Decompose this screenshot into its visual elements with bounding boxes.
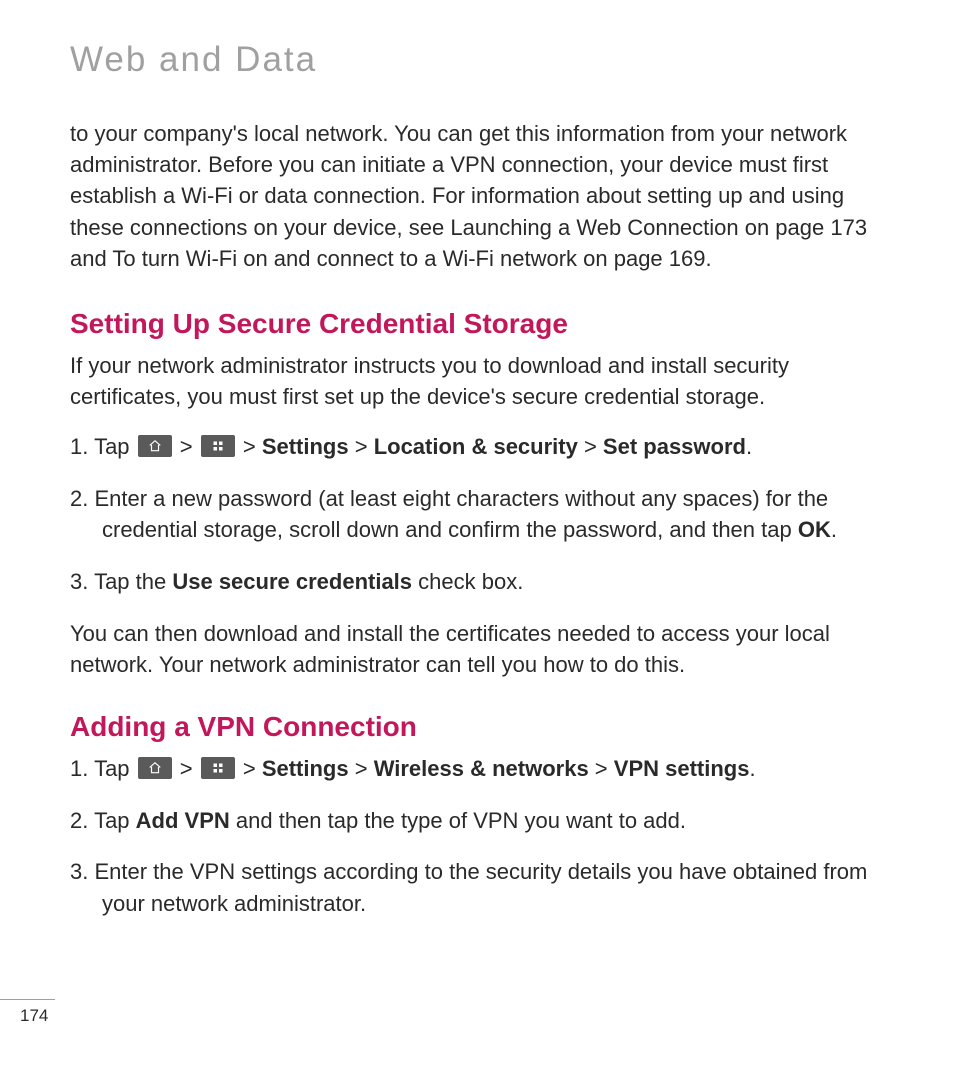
- step-1: 1. Tap > > Settings > Wireless & network…: [70, 753, 892, 785]
- step-text: 2. Tap: [70, 808, 136, 833]
- home-icon: [138, 757, 172, 779]
- apps-icon: [201, 435, 235, 457]
- step-text: 1. Tap: [70, 434, 136, 459]
- apps-icon: [201, 757, 235, 779]
- path-set-password: Set password: [603, 434, 746, 459]
- step-text: and then tap the type of VPN you want to…: [230, 808, 686, 833]
- separator: >: [578, 434, 603, 459]
- separator: >: [349, 756, 374, 781]
- separator: >: [349, 434, 374, 459]
- document-page: Web and Data to your company's local net…: [0, 0, 954, 920]
- separator: >: [174, 756, 199, 781]
- path-vpn-settings: VPN settings: [614, 756, 750, 781]
- label-add-vpn: Add VPN: [136, 808, 230, 833]
- page-title: Web and Data: [70, 40, 892, 80]
- page-number-area: 174: [0, 999, 55, 1026]
- separator: >: [237, 434, 262, 459]
- separator: >: [589, 756, 614, 781]
- step-text: .: [749, 756, 755, 781]
- secure-credential-outro: You can then download and install the ce…: [70, 618, 892, 680]
- intro-paragraph: to your company's local network. You can…: [70, 118, 892, 274]
- step-text: .: [746, 434, 752, 459]
- step-3: 3. Tap the Use secure credentials check …: [70, 566, 892, 598]
- step-text: check box.: [412, 569, 523, 594]
- step-text: 2. Enter a new password (at least eight …: [70, 486, 828, 543]
- page-number-rule: [0, 999, 55, 1000]
- label-ok: OK: [798, 517, 831, 542]
- heading-adding-vpn: Adding a VPN Connection: [70, 711, 892, 743]
- step-text: 1. Tap: [70, 756, 136, 781]
- separator: >: [237, 756, 262, 781]
- step-text: 3. Tap the: [70, 569, 172, 594]
- home-icon: [138, 435, 172, 457]
- heading-secure-credential: Setting Up Secure Credential Storage: [70, 308, 892, 340]
- path-settings: Settings: [262, 756, 349, 781]
- step-2: 2. Enter a new password (at least eight …: [70, 483, 892, 547]
- step-text: .: [831, 517, 837, 542]
- path-location-security: Location & security: [374, 434, 578, 459]
- section-adding-vpn: Adding a VPN Connection 1. Tap > > Setti…: [70, 711, 892, 921]
- label-use-secure-credentials: Use secure credentials: [172, 569, 412, 594]
- separator: >: [174, 434, 199, 459]
- path-settings: Settings: [262, 434, 349, 459]
- secure-credential-intro: If your network administrator instructs …: [70, 350, 892, 412]
- step-3: 3. Enter the VPN settings according to t…: [70, 856, 892, 920]
- step-1: 1. Tap > > Settings > Location & securit…: [70, 431, 892, 463]
- step-2: 2. Tap Add VPN and then tap the type of …: [70, 805, 892, 837]
- page-number: 174: [0, 1006, 55, 1026]
- path-wireless-networks: Wireless & networks: [374, 756, 589, 781]
- section-secure-credential: Setting Up Secure Credential Storage If …: [70, 308, 892, 681]
